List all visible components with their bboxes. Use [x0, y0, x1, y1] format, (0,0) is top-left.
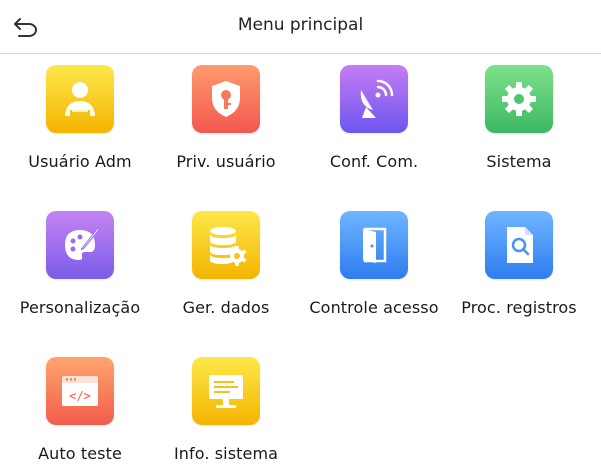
menu-tile-proc-registros[interactable]: Proc. registros	[449, 211, 589, 317]
database-gear-icon	[192, 211, 260, 279]
menu-tile-sistema[interactable]: Sistema	[449, 65, 589, 171]
tile-label: Priv. usuário	[176, 152, 276, 171]
privilege-shield-icon	[192, 65, 260, 133]
door-icon	[340, 211, 408, 279]
tile-label: Sistema	[486, 152, 552, 171]
menu-tile-ger-dados[interactable]: Ger. dados	[156, 211, 296, 317]
menu-tile-usuario-adm[interactable]: Usuário Adm	[10, 65, 150, 171]
code-window-icon: </>	[46, 357, 114, 425]
tile-label: Usuário Adm	[28, 152, 132, 171]
menu-tile-controle-acesso[interactable]: Controle acesso	[304, 211, 444, 317]
svg-text:</>: </>	[69, 389, 91, 403]
header-bar: Menu principal	[0, 0, 601, 54]
menu-tile-priv-usuario[interactable]: Priv. usuário	[156, 65, 296, 171]
tile-label: Conf. Com.	[329, 152, 419, 171]
monitor-icon	[192, 357, 260, 425]
page-title: Menu principal	[237, 15, 364, 35]
menu-tile-personalizacao[interactable]: Personalização	[10, 211, 150, 317]
tile-label: Info. sistema	[173, 444, 279, 463]
gear-icon	[485, 65, 553, 133]
menu-tile-info-sistema[interactable]: Info. sistema	[156, 357, 296, 463]
tile-label: Auto teste	[38, 444, 122, 463]
admin-user-icon	[46, 65, 114, 133]
tile-label: Personalização	[19, 298, 141, 317]
tile-label: Controle acesso	[309, 298, 439, 317]
satellite-dish-icon	[340, 65, 408, 133]
document-search-icon	[485, 211, 553, 279]
menu-tile-conf-com[interactable]: Conf. Com.	[304, 65, 444, 171]
tile-label: Ger. dados	[182, 298, 270, 317]
tile-label: Proc. registros	[461, 298, 577, 317]
menu-tile-auto-teste[interactable]: </> Auto teste	[10, 357, 150, 463]
palette-icon	[46, 211, 114, 279]
